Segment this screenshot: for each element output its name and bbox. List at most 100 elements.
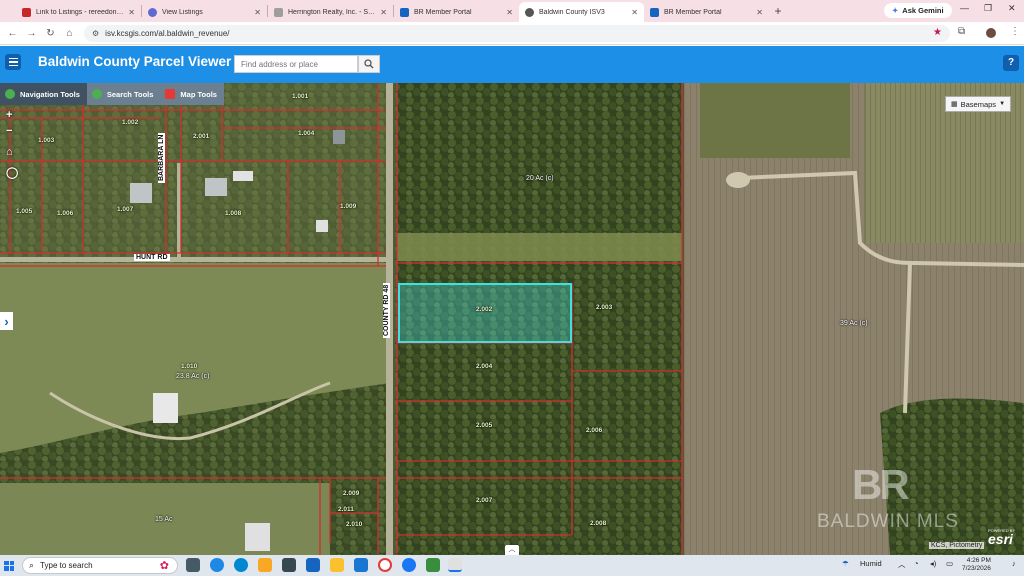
help-button[interactable]: ? <box>1003 55 1019 71</box>
zoom-out-icon[interactable]: − <box>6 125 12 137</box>
parcel-label: 1.009 <box>340 203 357 210</box>
parcel-label: 2.009 <box>343 490 360 497</box>
browser-tab-5-active[interactable]: Baldwin County ISV3 ✕ <box>519 2 644 22</box>
farm-field <box>700 83 850 158</box>
site-info-icon[interactable]: ⚙ <box>92 29 99 38</box>
store-icon[interactable] <box>282 558 296 572</box>
search-tools-icon <box>91 89 102 99</box>
task-view-icon[interactable] <box>186 558 200 572</box>
system-clock[interactable]: 4:26 PM 7/23/2026 <box>962 557 991 573</box>
tab-title: Baldwin County ISV3 <box>539 8 605 16</box>
new-tab-button[interactable]: + <box>769 4 787 18</box>
realty-icon <box>274 7 283 17</box>
parcel-label: 1.001 <box>292 93 309 100</box>
building <box>233 171 253 181</box>
browser-tab-1[interactable]: Link to Listings - rereedonedo ✕ <box>16 2 141 22</box>
close-icon[interactable]: ✕ <box>506 8 513 17</box>
hamburger-menu-icon[interactable] <box>5 54 21 70</box>
sheets-icon[interactable] <box>426 558 440 572</box>
home-icon[interactable]: ⌂ <box>60 28 79 39</box>
browser-tab-4[interactable]: BR Member Portal ✕ <box>394 2 519 22</box>
notification-bell-icon[interactable]: ♪ <box>1012 559 1016 568</box>
search-button[interactable] <box>358 55 380 73</box>
ask-gemini-button[interactable]: ✦ Ask Gemini <box>884 3 952 18</box>
sticky-app-icon[interactable] <box>330 558 344 572</box>
tray-chevron-icon[interactable]: ︿ <box>898 559 906 570</box>
portal-icon <box>650 7 659 17</box>
hunt-rd-road <box>0 257 390 262</box>
google-icon[interactable] <box>378 558 392 572</box>
browser-tab-2[interactable]: View Listings ✕ <box>142 2 267 22</box>
close-icon[interactable]: ✕ <box>631 8 638 17</box>
battery-icon[interactable]: ▭ <box>946 559 953 568</box>
volume-icon[interactable]: ◂) <box>930 559 936 568</box>
bookmark-star-icon[interactable]: ★ <box>933 27 942 38</box>
extensions-icon[interactable]: ⧉ <box>958 26 965 37</box>
close-icon[interactable]: ✕ <box>756 8 763 17</box>
facebook-icon[interactable] <box>402 558 416 572</box>
file-explorer-icon[interactable] <box>258 558 272 572</box>
close-icon[interactable]: ✕ <box>254 8 261 17</box>
gemini-sparkle-icon: ✦ <box>892 6 899 15</box>
back-arrow-icon[interactable]: ← <box>3 28 22 39</box>
parcel-label: 2.004 <box>476 363 493 370</box>
parcel-label: 2.006 <box>586 427 603 434</box>
copilot-icon[interactable] <box>210 558 224 572</box>
expand-panel-chevron-icon[interactable]: › <box>0 312 13 330</box>
road-label-barbara-ln: BARBARA LN <box>158 132 165 183</box>
start-button[interactable] <box>0 555 18 576</box>
listing-icon <box>148 7 157 17</box>
parcel-label: 1.005 <box>16 208 33 215</box>
chrome-icon[interactable] <box>448 558 462 572</box>
building <box>205 178 227 196</box>
chevron-up-icon[interactable]: ︿ <box>505 545 519 555</box>
profile-avatar[interactable] <box>986 28 996 38</box>
tab-title: BR Member Portal <box>664 8 722 16</box>
map-tools-icon <box>165 89 176 99</box>
selected-parcel[interactable] <box>398 283 572 343</box>
basemaps-label: Basemaps <box>960 99 997 109</box>
forward-arrow-icon[interactable]: → <box>22 28 41 39</box>
acreage-label: 23.8 Ac (c) <box>176 373 210 380</box>
basemaps-button[interactable]: ▦ Basemaps ▼ <box>945 96 1011 112</box>
building <box>333 130 345 144</box>
menu-dots-icon[interactable]: ⋮ <box>1010 26 1020 37</box>
address-bar[interactable]: ⚙ isv.kcsgis.com/al.baldwin_revenue/ ★ <box>84 25 950 42</box>
home-extent-icon[interactable]: ⌂ <box>6 146 13 158</box>
map-view[interactable]: Navigation Tools Search Tools Map Tools … <box>0 83 1024 555</box>
parcel-label: 1.002 <box>122 119 139 126</box>
minimize-icon[interactable]: — <box>960 3 969 13</box>
taskbar-search-box[interactable]: ⌕ Type to search ✿ <box>22 557 178 574</box>
tab-search-tools[interactable]: Search Tools <box>86 83 161 105</box>
zoom-in-icon[interactable]: + <box>6 109 12 121</box>
close-icon[interactable]: ✕ <box>380 8 387 17</box>
edge-icon[interactable] <box>234 558 248 572</box>
tab-navigation-tools[interactable]: Navigation Tools <box>0 83 87 105</box>
reload-icon[interactable]: ↻ <box>41 28 60 39</box>
mail-icon[interactable] <box>306 558 320 572</box>
parcel-label: 2.007 <box>476 497 493 504</box>
close-icon[interactable]: ✕ <box>128 8 135 17</box>
tab-label: Navigation Tools <box>20 89 80 99</box>
tab-title: BR Member Portal <box>414 8 472 16</box>
cleared-strip <box>397 233 682 261</box>
parcel-label: 1.004 <box>298 130 315 137</box>
browser-tab-3[interactable]: Herrington Realty, Inc. - Search ✕ <box>268 2 393 22</box>
address-search-input[interactable] <box>234 55 358 73</box>
windows-logo-icon <box>4 560 14 571</box>
parcel-label: 1.008 <box>225 210 242 217</box>
tab-map-tools[interactable]: Map Tools <box>160 83 224 105</box>
br-watermark-logo: BR <box>852 461 910 508</box>
wifi-icon[interactable]: ◔ <box>914 559 919 568</box>
browser-tab-6[interactable]: BR Member Portal ✕ <box>644 2 769 22</box>
map-attribution: KCS, Pictometry <box>929 542 985 549</box>
tab-label: Search Tools <box>106 89 154 99</box>
tab-title: View Listings <box>162 8 203 16</box>
restore-icon[interactable]: ❐ <box>984 3 992 14</box>
parcel-label: 1.003 <box>38 137 55 144</box>
locate-icon[interactable]: ◯ <box>6 166 18 179</box>
outlook-icon[interactable] <box>354 558 368 572</box>
parcel-label: 2.005 <box>476 422 493 429</box>
close-window-icon[interactable]: ✕ <box>1008 3 1016 14</box>
parcel-label: 2.008 <box>590 520 607 527</box>
